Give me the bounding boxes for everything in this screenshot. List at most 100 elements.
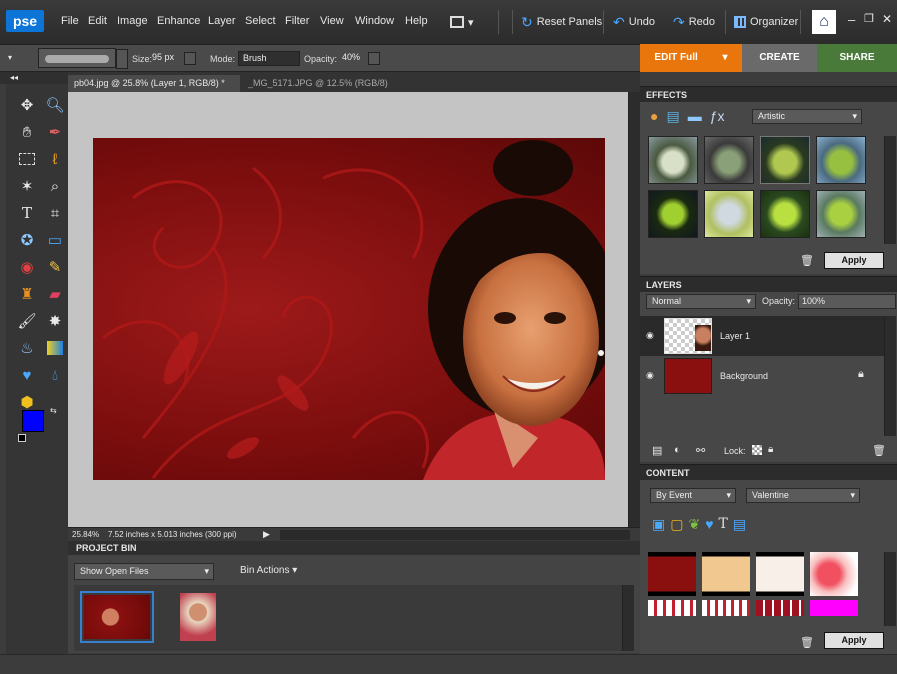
layer-styles-icon[interactable]: ▤ [666,108,679,125]
content-thumbnail[interactable] [756,600,804,616]
redo-button[interactable]: ↷ Redo [673,13,715,31]
doc-tab-active[interactable]: pb04.jpg @ 25.8% (Layer 1, RGB/8) * ✕ [68,75,240,105]
default-colors-icon[interactable] [18,434,26,442]
show-open-files-select[interactable]: Show Open Files ▾ [74,563,214,580]
adjustment-layer-icon[interactable]: ◐ [674,444,681,456]
hand-tool-icon[interactable]: ✋︎ [16,121,38,143]
menu-select[interactable]: Select [245,15,276,27]
lasso-tool-icon[interactable]: ℓ [44,148,66,170]
menu-filter[interactable]: Filter [285,15,309,27]
content-thumbnail[interactable] [648,552,696,596]
info-menu-icon[interactable]: ▶ [263,529,270,540]
eyedropper-tool-icon[interactable]: ✒ [44,121,66,143]
layer-row-background[interactable]: ◉ Background 🔒︎ [640,356,884,396]
straighten-tool-icon[interactable]: ▭ [44,229,66,251]
doc-tab-inactive[interactable]: _MG_5171.JPG @ 12.5% (RGB/8) * ✕ [242,75,394,105]
minimize-icon[interactable]: – [848,12,855,27]
menu-file[interactable]: File [61,15,79,27]
effect-thumbnail[interactable] [648,190,698,238]
magic-wand-tool-icon[interactable]: ✶ [16,175,38,197]
bin-thumbnail[interactable] [180,593,216,641]
size-slider-button[interactable] [184,52,196,65]
close-icon[interactable]: ✕ [882,12,892,26]
document-image[interactable] [93,138,605,480]
horizontal-scrollbar[interactable] [280,530,630,540]
lock-all-icon[interactable]: 🔒︎ [768,444,773,455]
menu-view[interactable]: View [320,15,344,27]
foreground-color-swatch[interactable] [22,410,44,432]
themes-icon[interactable]: ▤ [733,516,746,533]
opacity-slider-button[interactable] [368,52,380,65]
size-field[interactable]: 95 px [148,51,184,66]
eye-icon[interactable]: ◉ [646,370,654,381]
tab-create[interactable]: CREATE [742,44,817,72]
opacity-field[interactable]: 40% [338,51,366,66]
collapse-icon[interactable]: ◂◂ [0,73,18,82]
trash-icon[interactable]: 🗑︎ [872,444,886,457]
effect-thumbnail[interactable] [648,136,698,184]
effect-thumbnail[interactable] [704,190,754,238]
text-effects-icon[interactable]: T [719,516,728,533]
brush-preset-picker[interactable] [38,48,116,68]
menu-enhance[interactable]: Enhance [157,15,200,27]
undo-button[interactable]: ↶ Undo [613,13,655,31]
content-thumbnail[interactable] [810,600,858,616]
mode-select[interactable]: Brush [238,51,300,66]
backgrounds-icon[interactable]: ▣ [652,516,665,533]
brush-tool-icon[interactable]: 🖌︎ [16,310,38,332]
content-thumbnail[interactable] [648,600,696,616]
blur-tool-icon[interactable]: 💧︎ [44,364,66,386]
custom-shape-tool-icon[interactable]: ♥ [16,364,38,386]
effects-apply-button[interactable]: Apply [824,252,884,269]
crop-tool-icon[interactable]: ⌗ [44,202,66,224]
menu-image[interactable]: Image [117,15,148,27]
effect-thumbnail[interactable] [816,136,866,184]
effect-thumbnail[interactable] [704,136,754,184]
arrange-button[interactable]: ▾ [450,13,474,31]
bin-thumbnail-active[interactable] [80,591,154,643]
photo-effects-icon[interactable]: ▬ [688,108,702,125]
clone-stamp-tool-icon[interactable]: ♜ [16,283,38,305]
content-thumbnail[interactable] [756,552,804,596]
tab-edit[interactable]: EDIT Full ▾ [640,44,742,72]
trash-icon[interactable]: 🗑︎ [800,254,814,267]
shapes-icon[interactable]: ♥ [705,516,713,533]
home-icon[interactable]: ⌂ [812,10,836,34]
marquee-tool-icon[interactable] [16,148,38,170]
tab-share[interactable]: SHARE [817,44,897,72]
effects-scrollbar[interactable] [884,136,896,244]
cookie-cutter-tool-icon[interactable]: ✪ [16,229,38,251]
red-eye-tool-icon[interactable]: ◉ [16,256,38,278]
eye-icon[interactable]: ◉ [646,330,654,341]
lock-transparency-icon[interactable] [752,445,762,455]
reset-panels-button[interactable]: ↻ Reset Panels [521,13,602,31]
content-apply-button[interactable]: Apply [824,632,884,649]
menu-window[interactable]: Window [355,15,394,27]
content-thumbnail[interactable] [702,552,750,596]
frames-icon[interactable]: ▢ [670,516,683,533]
new-layer-icon[interactable]: ▤ [652,444,662,457]
menu-layer[interactable]: Layer [208,15,236,27]
organizer-button[interactable]: Organizer [734,13,798,31]
move-tool-icon[interactable]: ✥ [16,94,38,116]
gradient-tool-icon[interactable] [44,337,66,359]
layer-opacity-field[interactable]: 100% [798,294,896,309]
blend-mode-select[interactable]: Normal ▾ [646,294,756,309]
content-event-select[interactable]: Valentine ▾ [746,488,860,503]
menu-edit[interactable]: Edit [88,15,107,27]
healing-brush-tool-icon[interactable]: ✎ [44,256,66,278]
effect-thumbnail[interactable] [760,190,810,238]
chevron-down-icon[interactable]: ▾ [8,53,12,62]
content-thumbnail[interactable] [810,552,858,596]
trash-icon[interactable]: 🗑︎ [800,636,814,649]
layer-row-layer1[interactable]: ◉ Layer 1 [640,316,884,356]
brush-dropdown[interactable] [116,49,128,69]
filters-icon[interactable]: ● [650,108,658,125]
content-scrollbar[interactable] [884,552,896,626]
layers-scrollbar[interactable] [884,316,896,436]
bin-scrollbar[interactable] [622,585,634,651]
quick-selection-tool-icon[interactable]: ⌕ [44,175,66,197]
link-icon[interactable]: ⚯ [696,444,705,457]
fx-icon[interactable]: ƒx [710,108,725,125]
graphics-icon[interactable]: ❦ [688,516,700,533]
